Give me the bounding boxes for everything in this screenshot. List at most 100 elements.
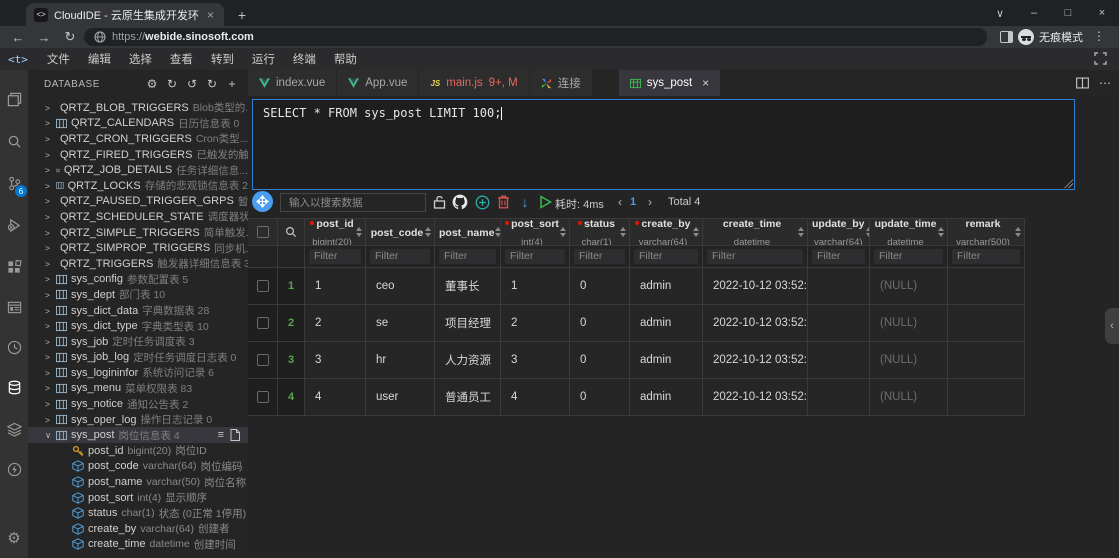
row-checkbox[interactable] bbox=[257, 280, 269, 292]
db-reload-icon[interactable]: ↻ bbox=[202, 77, 222, 91]
source-control-icon[interactable]: 6 bbox=[0, 168, 28, 198]
cell-post-name[interactable]: 普通员工 bbox=[435, 379, 501, 416]
tree-table-item[interactable]: > sys_job 定时任务调度表 3 bbox=[28, 334, 248, 350]
new-tab-button[interactable]: + bbox=[232, 5, 252, 25]
cell-create-time[interactable]: 2022-10-12 03:52:12 bbox=[703, 305, 808, 342]
cell-post-sort[interactable]: 1 bbox=[501, 268, 570, 305]
cell-create-time[interactable]: 2022-10-12 03:52:12 bbox=[703, 379, 808, 416]
power-icon[interactable] bbox=[0, 454, 28, 484]
cell-create-by[interactable]: admin bbox=[630, 342, 703, 379]
run-profile-icon[interactable] bbox=[0, 332, 28, 362]
tree-table-item[interactable]: > sys_notice 通知公告表 2 bbox=[28, 396, 248, 412]
cell-remark[interactable] bbox=[948, 268, 1025, 305]
tree-item-sys-post[interactable]: ∨ sys_post 岗位信息表 4 ≡ bbox=[28, 427, 248, 443]
column-header[interactable]: create_timedatetime bbox=[703, 219, 808, 246]
forward-icon[interactable]: → bbox=[32, 26, 56, 48]
tree-table-item[interactable]: > QRTZ_JOB_DETAILS 任务详细信息... bbox=[28, 162, 248, 178]
close-tab-icon[interactable]: × bbox=[205, 8, 216, 22]
cell-status[interactable]: 0 bbox=[570, 268, 630, 305]
column-header[interactable]: update_timedatetime bbox=[870, 219, 948, 246]
filter-cell[interactable]: Filter bbox=[501, 246, 570, 268]
cell-update-by[interactable] bbox=[808, 305, 870, 342]
cell-create-by[interactable]: admin bbox=[630, 379, 703, 416]
cell-update-by[interactable] bbox=[808, 379, 870, 416]
cell-update-by[interactable] bbox=[808, 342, 870, 379]
tab-app-vue[interactable]: App.vue bbox=[337, 70, 419, 96]
window-close-icon[interactable]: × bbox=[1085, 0, 1119, 26]
tab-main-js[interactable]: JS main.js 9+, M bbox=[419, 70, 529, 96]
cell-update-time[interactable]: (NULL) bbox=[870, 342, 948, 379]
next-page-icon[interactable]: › bbox=[648, 195, 652, 209]
cell-create-time[interactable]: 2022-10-12 03:52:12 bbox=[703, 268, 808, 305]
data-search-input[interactable] bbox=[280, 193, 426, 212]
menu-item[interactable]: 选择 bbox=[120, 51, 161, 67]
tree-table-item[interactable]: > QRTZ_CALENDARS 日历信息表 0 bbox=[28, 116, 248, 132]
column-header[interactable]: post_sortint(4) bbox=[501, 219, 570, 246]
browser-menu-icon[interactable]: ⋮ bbox=[1093, 29, 1105, 43]
tree-table-item[interactable]: > QRTZ_FIRED_TRIGGERS 已触发的触... bbox=[28, 147, 248, 163]
db-refresh-icon[interactable]: ↻ bbox=[162, 77, 182, 91]
window-minimize-icon[interactable]: – bbox=[1017, 0, 1051, 26]
tree-column-item[interactable]: create_time datetime 创建时间 bbox=[28, 537, 248, 553]
db-add-connection-icon[interactable]: + bbox=[222, 77, 242, 91]
menu-item[interactable]: 编辑 bbox=[79, 51, 120, 67]
add-row-icon[interactable] bbox=[473, 193, 491, 211]
cell-post-name[interactable]: 项目经理 bbox=[435, 305, 501, 342]
filter-cell[interactable]: Filter bbox=[703, 246, 808, 268]
more-actions-icon[interactable]: ⋯ bbox=[1099, 76, 1111, 90]
new-file-icon[interactable] bbox=[230, 429, 240, 441]
tree-table-item[interactable]: > sys_dict_data 字典数据表 28 bbox=[28, 303, 248, 319]
search-icon[interactable] bbox=[0, 126, 28, 156]
cell-status[interactable]: 0 bbox=[570, 342, 630, 379]
filter-input[interactable]: Filter bbox=[874, 249, 943, 264]
sql-editor[interactable]: SELECT * FROM sys_post LIMIT 100; bbox=[252, 99, 1075, 190]
cell-post-id[interactable]: 2 bbox=[305, 305, 366, 342]
collapse-panel-handle[interactable]: ‹ bbox=[1105, 308, 1119, 344]
menu-item[interactable]: 运行 bbox=[243, 51, 284, 67]
tree-table-item[interactable]: > sys_logininfor 系统访问记录 6 bbox=[28, 365, 248, 381]
tree-table-item[interactable]: > QRTZ_BLOB_TRIGGERS Blob类型的... bbox=[28, 100, 248, 116]
filter-input[interactable]: Filter bbox=[505, 249, 565, 264]
row-select-cell[interactable] bbox=[248, 379, 278, 416]
menu-item[interactable]: 转到 bbox=[202, 51, 243, 67]
menu-item[interactable]: 终端 bbox=[284, 51, 325, 67]
tree-table-item[interactable]: > sys_oper_log 操作日志记录 0 bbox=[28, 412, 248, 428]
menu-item[interactable]: 帮助 bbox=[325, 51, 366, 67]
select-all-cell[interactable] bbox=[248, 219, 278, 246]
sort-arrows-icon[interactable] bbox=[355, 227, 363, 237]
cell-update-time[interactable]: (NULL) bbox=[870, 305, 948, 342]
sort-arrows-icon[interactable] bbox=[559, 227, 567, 237]
sort-arrows-icon[interactable] bbox=[692, 227, 700, 237]
layers-icon[interactable] bbox=[0, 414, 28, 444]
cell-create-by[interactable]: admin bbox=[630, 305, 703, 342]
tree-table-item[interactable]: > QRTZ_SIMPROP_TRIGGERS 同步机... bbox=[28, 240, 248, 256]
url-bar[interactable]: https://webide.sinosoft.com bbox=[84, 28, 987, 46]
move-button[interactable] bbox=[252, 191, 273, 212]
table-data-icon[interactable]: ≡ bbox=[218, 429, 224, 441]
column-header[interactable]: post_idbigint(20) bbox=[305, 219, 366, 246]
window-maximize-icon[interactable]: □ bbox=[1051, 0, 1085, 26]
sort-arrows-icon[interactable] bbox=[619, 227, 627, 237]
fullscreen-icon[interactable] bbox=[1094, 52, 1107, 65]
tab-index-vue[interactable]: index.vue bbox=[248, 70, 337, 96]
cell-post-name[interactable]: 人力资源 bbox=[435, 342, 501, 379]
cell-create-time[interactable]: 2022-10-12 03:52:12 bbox=[703, 342, 808, 379]
window-chevron-icon[interactable]: ∨ bbox=[983, 0, 1017, 26]
tree-table-item[interactable]: > QRTZ_SIMPLE_TRIGGERS 简单触发... bbox=[28, 225, 248, 241]
select-all-checkbox[interactable] bbox=[257, 226, 269, 238]
cell-remark[interactable] bbox=[948, 379, 1025, 416]
cell-post-code[interactable]: se bbox=[366, 305, 435, 342]
tree-column-item[interactable]: post_name varchar(50) 岗位名称 bbox=[28, 474, 248, 490]
row-select-cell[interactable] bbox=[248, 268, 278, 305]
cell-post-name[interactable]: 董事长 bbox=[435, 268, 501, 305]
row-checkbox[interactable] bbox=[257, 354, 269, 366]
export-download-icon[interactable]: ↓ bbox=[516, 193, 534, 211]
sort-arrows-icon[interactable] bbox=[1014, 227, 1022, 237]
column-header[interactable]: statuschar(1) bbox=[570, 219, 630, 246]
cell-create-by[interactable]: admin bbox=[630, 268, 703, 305]
filter-input[interactable]: Filter bbox=[952, 249, 1020, 264]
tree-column-item[interactable]: post_id bigint(20) 岗位ID bbox=[28, 443, 248, 459]
cell-post-id[interactable]: 4 bbox=[305, 379, 366, 416]
filter-cell[interactable]: Filter bbox=[948, 246, 1025, 268]
reload-icon[interactable]: ↻ bbox=[58, 26, 82, 48]
